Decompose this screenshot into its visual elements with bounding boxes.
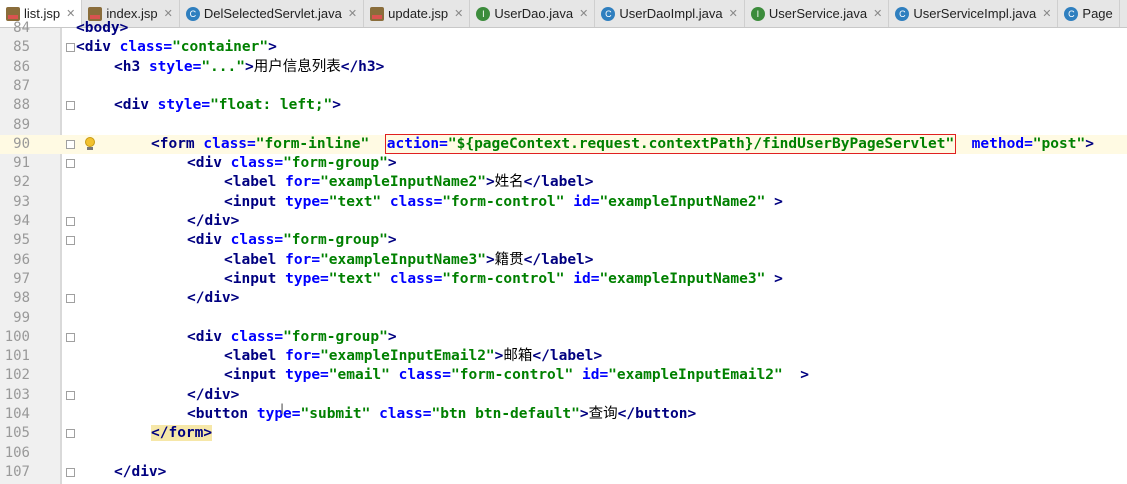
code-line-current: 90 <form class="form-inline" action="${p…: [0, 133, 1127, 155]
code-line: 87: [0, 77, 1127, 96]
code-line: 94 </div>: [0, 212, 1127, 231]
fold-marker-icon[interactable]: [66, 467, 75, 477]
code-line: 104 <button type="submit" class="btn btn…: [0, 405, 1127, 424]
fold-marker-icon[interactable]: [66, 159, 75, 169]
line-number: 92: [13, 174, 30, 191]
line-number: 98: [13, 290, 30, 307]
code-text: <button type="submit" class="btn btn-def…: [187, 406, 697, 422]
line-number: 91: [13, 155, 30, 172]
line-number: 104: [4, 406, 30, 422]
code-text: <input type="text" class="form-control" …: [224, 270, 783, 287]
line-number: 106: [4, 444, 30, 461]
fold-marker-icon[interactable]: [66, 236, 75, 246]
code-line: 86 <h3 style="...">用户信息列表</h3>: [0, 58, 1127, 77]
code-line: 98 </div>: [0, 289, 1127, 308]
line-number: 84: [13, 20, 30, 36]
code-text: </div>: [114, 463, 167, 480]
code-line: 103 </div>: [0, 386, 1127, 405]
code-text: </div>: [187, 213, 240, 229]
highlighted-action-attribute: action="${pageContext.request.contextPat…: [384, 133, 957, 154]
line-number: 101: [4, 348, 30, 365]
code-line: 92 <label for="exampleInputName2">姓名</la…: [0, 173, 1127, 192]
text-cursor-icon: I: [280, 402, 285, 418]
code-line: 97 <input type="text" class="form-contro…: [0, 270, 1127, 289]
line-number: 99: [13, 309, 30, 326]
code-text: <label for="exampleInputEmail2">邮箱</labe…: [224, 348, 603, 365]
code-text: <body>: [76, 20, 129, 36]
line-number: 102: [4, 367, 30, 384]
line-number: 100: [4, 328, 30, 345]
code-line: 96 <label for="exampleInputName3">籍贯</la…: [0, 251, 1127, 270]
lightbulb-icon[interactable]: [84, 136, 96, 151]
fold-marker-icon[interactable]: [66, 43, 75, 53]
line-number: 97: [13, 270, 30, 287]
line-number: 94: [13, 213, 30, 229]
line-number: 96: [13, 251, 30, 268]
code-text: <div class="form-group">: [187, 232, 397, 249]
line-number: 93: [13, 193, 30, 210]
code-line: 89: [0, 116, 1127, 135]
line-number: 95: [13, 232, 30, 249]
code-text: </div>: [187, 386, 240, 403]
code-line: 105 </form>: [0, 424, 1127, 443]
fold-marker-icon[interactable]: [66, 332, 75, 342]
line-number: 90: [13, 135, 30, 152]
code-editor[interactable]: 84 <body> 85 <div class="container"> 86 …: [0, 20, 1127, 484]
line-number: 105: [4, 425, 30, 442]
code-line: 99: [0, 309, 1127, 328]
line-number: 85: [13, 39, 30, 56]
code-text: <div class="form-group">: [187, 155, 397, 172]
code-text: </div>: [187, 290, 240, 307]
code-line: 93 <input type="text" class="form-contro…: [0, 193, 1127, 212]
fold-marker-icon[interactable]: [66, 217, 75, 226]
code-line: 85 <div class="container">: [0, 38, 1127, 57]
line-number: 89: [13, 116, 30, 133]
code-text: <form class="form-inline" action="${page…: [151, 133, 1094, 154]
code-text: <div class="container">: [76, 39, 277, 56]
code-text: <label for="exampleInputName2">姓名</label…: [224, 174, 594, 191]
code-line: 88 <div style="float: left;">: [0, 96, 1127, 115]
fold-marker-icon[interactable]: [66, 429, 75, 439]
line-number: 103: [4, 386, 30, 403]
line-number: 107: [4, 463, 30, 480]
code-text: <input type="email" class="form-control"…: [224, 367, 809, 384]
code-line: 91 <div class="form-group">: [0, 154, 1127, 173]
fold-marker-icon[interactable]: [66, 390, 75, 400]
code-line: 84 <body>: [0, 19, 1127, 38]
code-line: 106: [0, 444, 1127, 463]
fold-marker-icon[interactable]: [66, 101, 75, 111]
code-line: 107 </div>: [0, 463, 1127, 482]
code-text: <div style="float: left;">: [114, 97, 342, 114]
code-line: 100 <div class="form-group">: [0, 328, 1127, 347]
code-line: 95 <div class="form-group">: [0, 231, 1127, 250]
line-number: 86: [13, 58, 30, 75]
line-number: 87: [13, 77, 30, 94]
code-text: </form>: [151, 425, 213, 442]
code-line: 101 <label for="exampleInputEmail2">邮箱</…: [0, 347, 1127, 366]
fold-marker-icon[interactable]: [66, 139, 75, 149]
code-text: <h3 style="...">用户信息列表</h3>: [114, 58, 385, 75]
code-line: 102 <input type="email" class="form-cont…: [0, 366, 1127, 385]
code-text: <input type="text" class="form-control" …: [224, 193, 783, 210]
code-text: <label for="exampleInputName3">籍贯</label…: [224, 251, 594, 268]
line-number: 88: [13, 97, 30, 114]
code-text: <div class="form-group">: [187, 328, 397, 345]
fold-marker-icon[interactable]: [66, 294, 75, 304]
